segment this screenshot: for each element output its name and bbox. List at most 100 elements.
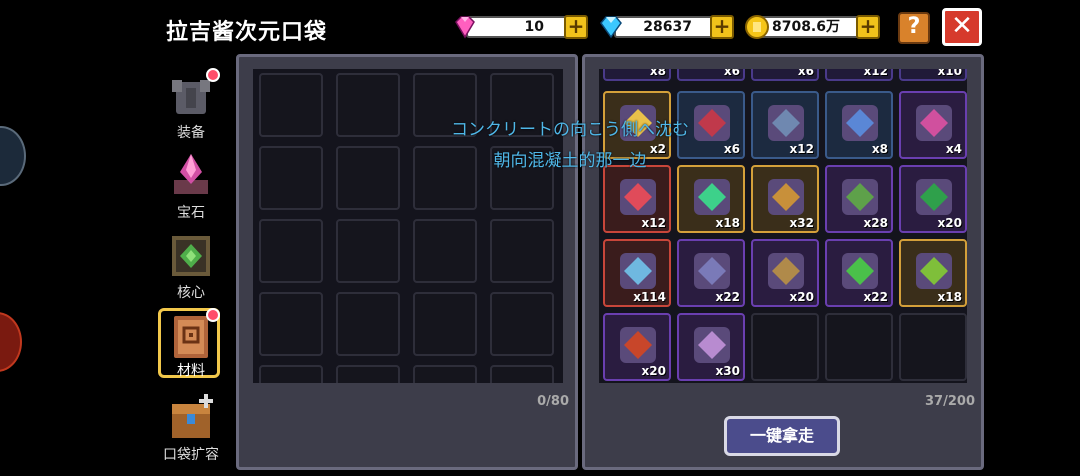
- pocket-slot-empty[interactable]: [490, 365, 554, 383]
- storage-slot[interactable]: x12: [603, 165, 671, 233]
- chest-expand-icon: [164, 392, 218, 446]
- sidebar-item-label: 宝石: [177, 205, 205, 221]
- item-count: x6: [723, 69, 740, 78]
- item-count: x28: [863, 216, 888, 230]
- storage-slot[interactable]: x20: [751, 239, 819, 307]
- pocket-slot-empty[interactable]: [336, 219, 400, 283]
- subtitle-japanese: コンクリートの向こう側へ沈む: [451, 120, 689, 140]
- pocket-slot-empty[interactable]: [413, 219, 477, 283]
- notification-dot: [206, 68, 220, 82]
- subtitle-chinese: 朝向混凝土的那一边: [493, 151, 647, 171]
- add-blue-diamond-button[interactable]: +: [710, 15, 734, 39]
- item-count: x20: [789, 290, 814, 304]
- storage-slot[interactable]: x8: [603, 69, 671, 81]
- storage-slot[interactable]: x18: [899, 239, 967, 307]
- item-pink-slime-icon: [916, 105, 952, 141]
- storage-slot[interactable]: x8: [825, 91, 893, 159]
- storage-slot[interactable]: x32: [751, 165, 819, 233]
- item-blue-tool-icon: [842, 105, 878, 141]
- gem-crystal-icon: [164, 150, 218, 204]
- page-title: 拉吉酱次元口袋: [166, 20, 328, 45]
- item-red-shard-icon: [620, 179, 656, 215]
- pocket-capacity: 0/80: [537, 394, 569, 409]
- currency-gold-coin: 8708.6万 +: [744, 12, 884, 42]
- pocket-slot-empty[interactable]: [490, 292, 554, 356]
- storage-slot-empty[interactable]: [899, 313, 967, 381]
- storage-slot[interactable]: x6: [751, 69, 819, 81]
- item-count: x6: [723, 142, 740, 156]
- pocket-slot-empty[interactable]: [413, 292, 477, 356]
- storage-slot[interactable]: x22: [825, 239, 893, 307]
- sidebar-item-pocket-expand[interactable]: 口袋扩容: [156, 392, 226, 464]
- core-icon: [164, 230, 218, 284]
- storage-slot[interactable]: x20: [899, 165, 967, 233]
- storage-slot[interactable]: x114: [603, 239, 671, 307]
- pocket-slot-empty[interactable]: [259, 219, 323, 283]
- pocket-slot-empty[interactable]: [336, 73, 400, 137]
- pocket-slot-empty[interactable]: [336, 365, 400, 383]
- item-red-orb-icon: [620, 327, 656, 363]
- add-pink-gem-button[interactable]: +: [564, 15, 588, 39]
- item-count: x4: [945, 142, 962, 156]
- currency-pink-gem: 10 +: [452, 12, 592, 42]
- item-gear-blade-icon: [694, 253, 730, 289]
- item-cactus-icon: [842, 179, 878, 215]
- blue-diamond-icon: [600, 16, 622, 39]
- sidebar-item-gem[interactable]: 宝石: [156, 150, 226, 222]
- storage-slot[interactable]: x10: [899, 69, 967, 81]
- storage-slot[interactable]: x18: [677, 165, 745, 233]
- pink-gem-icon: [455, 16, 475, 39]
- storage-slot[interactable]: x4: [899, 91, 967, 159]
- storage-slot[interactable]: x12: [825, 69, 893, 81]
- item-count: x22: [863, 290, 888, 304]
- pocket-slot-empty[interactable]: [413, 365, 477, 383]
- currency-value: 28637: [614, 16, 724, 38]
- close-button[interactable]: ✕: [942, 8, 982, 46]
- storage-slot[interactable]: x30: [677, 313, 745, 381]
- sidebar-item-label: 口袋扩容: [163, 447, 219, 463]
- item-bone-shell-icon: [694, 327, 730, 363]
- storage-slot[interactable]: x6: [677, 69, 745, 81]
- storage-slot[interactable]: x12: [751, 91, 819, 159]
- storage-capacity: 37/200: [925, 394, 975, 409]
- item-count: x10: [937, 69, 962, 78]
- floating-assist-bubble[interactable]: [0, 126, 26, 186]
- item-count: x20: [937, 216, 962, 230]
- item-green-slime-icon: [842, 253, 878, 289]
- item-count: x6: [797, 69, 814, 78]
- pocket-slot-empty[interactable]: [259, 365, 323, 383]
- sidebar-item-label: 装备: [177, 125, 205, 141]
- pocket-slot-empty[interactable]: [259, 292, 323, 356]
- item-count: x114: [633, 290, 666, 304]
- currency-value: 10: [466, 16, 576, 38]
- sidebar-item-core[interactable]: 核心: [156, 230, 226, 302]
- take-all-button[interactable]: 一键拿走: [724, 416, 840, 456]
- pocket-slot-empty[interactable]: [259, 73, 323, 137]
- storage-slot[interactable]: x22: [677, 239, 745, 307]
- storage-slot[interactable]: x20: [603, 313, 671, 381]
- item-count: x30: [715, 364, 740, 378]
- help-button[interactable]: ?: [898, 12, 930, 44]
- floating-record-bubble[interactable]: [0, 312, 22, 372]
- item-green-chip-icon: [916, 179, 952, 215]
- pocket-slot-empty[interactable]: [490, 219, 554, 283]
- pocket-slot-empty[interactable]: [336, 146, 400, 210]
- item-count: x12: [863, 69, 888, 78]
- sidebar-item-label: 材料: [177, 363, 205, 379]
- sidebar-item-material[interactable]: 材料: [156, 308, 226, 380]
- pocket-slot-empty[interactable]: [259, 146, 323, 210]
- sidebar-item-equipment[interactable]: 装备: [156, 68, 226, 142]
- armor-icon: [164, 68, 220, 124]
- storage-slot-empty[interactable]: [751, 313, 819, 381]
- storage-slot-empty[interactable]: [825, 313, 893, 381]
- item-magic-ring-icon: [620, 253, 656, 289]
- pocket-slot-empty[interactable]: [336, 292, 400, 356]
- item-count: x22: [715, 290, 740, 304]
- item-count: x18: [715, 216, 740, 230]
- item-count: x20: [641, 364, 666, 378]
- add-gold-coin-button[interactable]: +: [856, 15, 880, 39]
- item-green-orb-icon: [694, 179, 730, 215]
- storage-slot[interactable]: x28: [825, 165, 893, 233]
- item-count: x8: [649, 69, 666, 78]
- item-count: x12: [789, 142, 814, 156]
